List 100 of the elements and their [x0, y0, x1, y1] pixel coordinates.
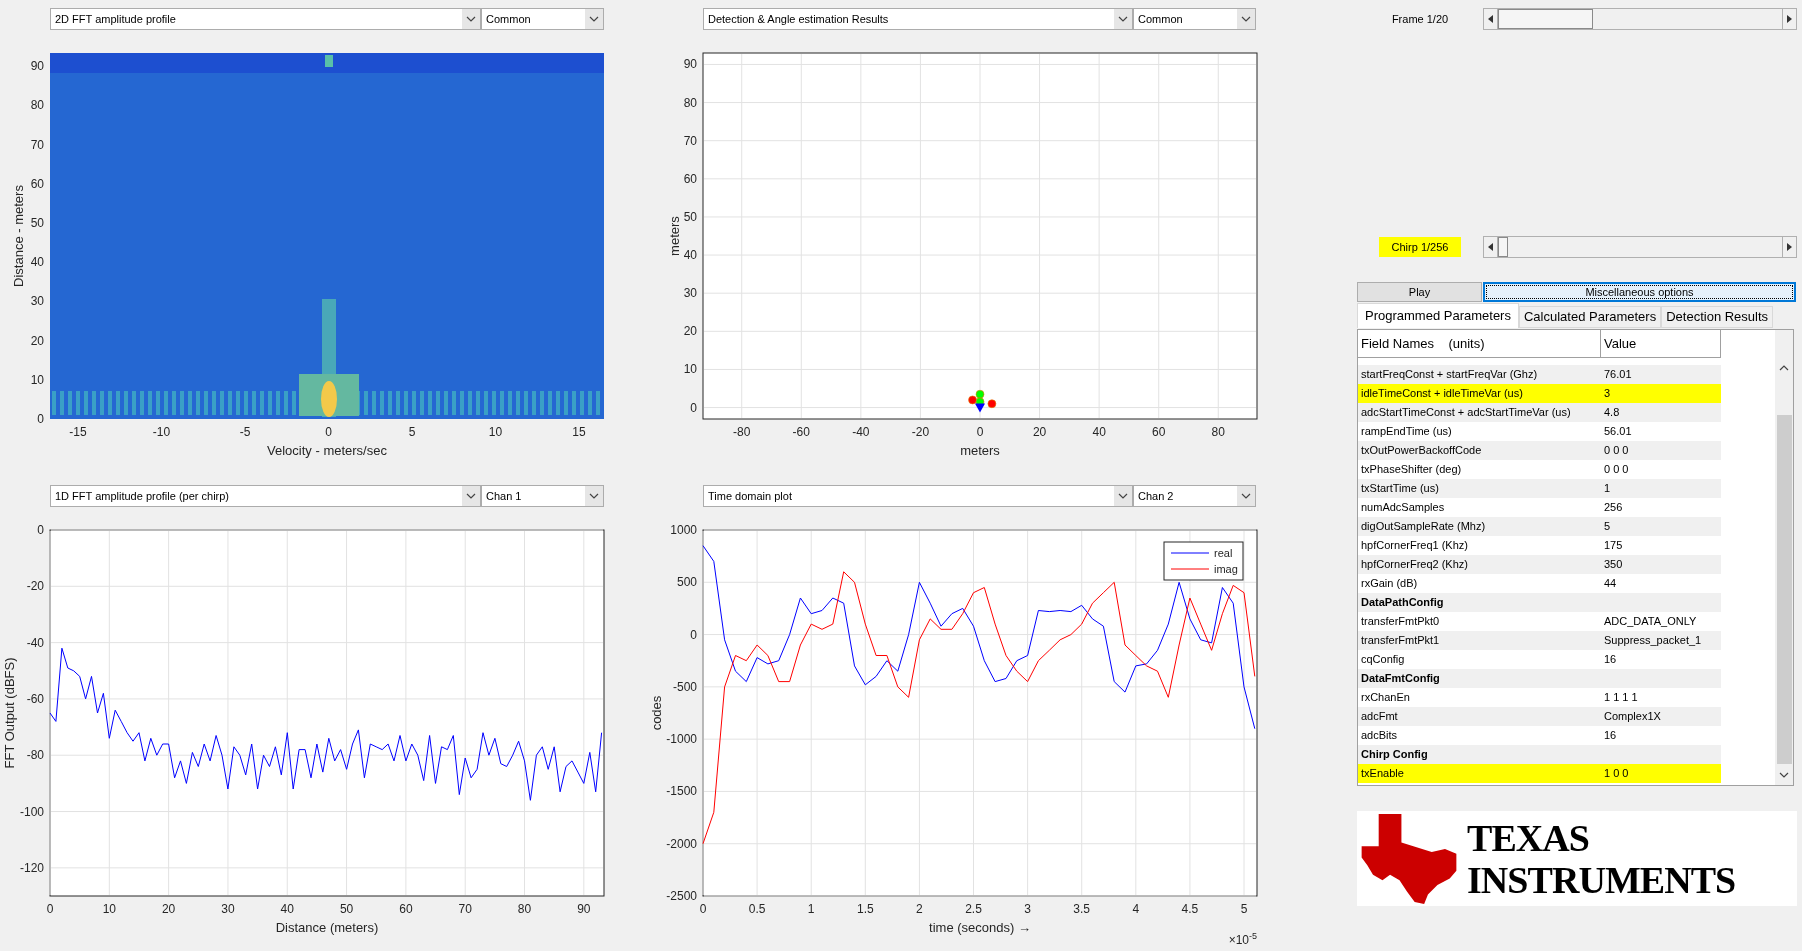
- axis-tick-label: 60: [30, 176, 44, 191]
- table-row[interactable]: idleTimeConst + idleTimeVar (us) 3: [1358, 384, 1721, 403]
- axis-tick-label: -500: [672, 679, 697, 694]
- scroll-left-button[interactable]: [1483, 8, 1498, 30]
- slider-thumb[interactable]: [1498, 9, 1593, 29]
- table-cell-text: cqConfig: [1360, 652, 1406, 668]
- axis-tick-label: -120: [19, 860, 44, 875]
- axis-tick-label: 3: [1024, 902, 1031, 916]
- axis-tick-label: 10: [102, 902, 116, 916]
- dropdown[interactable]: 1D FFT amplitude profile (per chirp): [50, 485, 481, 507]
- heatmap-spot: [325, 55, 333, 67]
- play-button[interactable]: Play: [1357, 282, 1482, 302]
- table-cell-text: rxChanEn: [1360, 690, 1411, 706]
- options-button[interactable]: Miscellaneous options: [1483, 282, 1796, 302]
- dropdown[interactable]: 2D FFT amplitude profile: [50, 8, 481, 30]
- axis-label: time (seconds) →: [929, 920, 1031, 935]
- dropdown[interactable]: Common: [481, 8, 604, 30]
- axis-tick-label: 10: [683, 362, 697, 377]
- table-cell-text: 3: [1603, 386, 1612, 402]
- axis-tick-label: 0: [37, 412, 44, 426]
- scrollbar-thumb[interactable]: [1776, 415, 1792, 764]
- axis-tick-label: -1000: [666, 732, 697, 747]
- axis-multiplier: ×10$^{-5}$: [1228, 931, 1257, 947]
- dropdown[interactable]: Chan 1: [481, 485, 604, 507]
- axis-tick-label: -40: [26, 635, 44, 650]
- logo-text: INSTRUMENTS: [1467, 858, 1736, 901]
- tab[interactable]: Calculated Parameters: [1518, 306, 1662, 328]
- table-row[interactable]: transferFmtPkt1 Suppress_packet_1: [1358, 631, 1721, 650]
- data-point: [975, 397, 985, 407]
- section-header: DataFmtConfig: [1358, 669, 1721, 688]
- table-row[interactable]: adcFmt Complex1X: [1358, 707, 1721, 726]
- dropdown[interactable]: Chan 2: [1133, 485, 1256, 507]
- axis-tick-label: 50: [683, 209, 697, 224]
- table-cell-text: 175: [1603, 538, 1624, 554]
- axis-tick-label: 20: [30, 333, 44, 348]
- axis-tick-label: 50: [30, 216, 44, 230]
- scrollbar[interactable]: [1775, 330, 1793, 785]
- axis-tick-label: 70: [30, 137, 44, 152]
- table-row[interactable]: txOutPowerBackoffCode 0 0 0: [1358, 441, 1721, 460]
- axis-tick-label: 1.5: [856, 902, 874, 916]
- table-cell-text: Complex1X: [1603, 709, 1662, 725]
- dropdown[interactable]: Time domain plot: [703, 485, 1133, 507]
- table-cell-text: 1 1 1 1: [1603, 690, 1639, 706]
- axis-label: Velocity - meters/sec: [267, 443, 387, 458]
- slider-label: Chirp 1/256: [1378, 236, 1462, 258]
- axis-tick-label: 0: [690, 627, 697, 642]
- triangle-right-icon: [1787, 243, 1792, 251]
- axis-tick-label: -60: [792, 425, 810, 439]
- table-row[interactable]: digOutSampleRate (Mhz) 5: [1358, 517, 1721, 536]
- table-cell-text: txEnable: [1360, 766, 1405, 782]
- axis-tick-label: 20: [1032, 425, 1047, 439]
- slider-thumb[interactable]: [1498, 237, 1508, 257]
- table-cell-text: 350: [1603, 557, 1624, 573]
- table-row[interactable]: txEnable 1 0 0: [1358, 764, 1721, 783]
- table-row[interactable]: startFreqConst + startFreqVar (Ghz) 76.01: [1358, 365, 1721, 384]
- scroll-right-button[interactable]: [1782, 8, 1797, 30]
- axis-tick-label: 60: [1152, 425, 1166, 439]
- axis-tick-label: 10: [30, 372, 44, 387]
- column-header[interactable]: Field Names (units): [1358, 330, 1601, 358]
- table-cell-text: idleTimeConst + idleTimeVar (us): [1360, 386, 1524, 402]
- chevron-down-icon: [466, 493, 476, 499]
- axis-tick-label: 2: [916, 902, 923, 916]
- table-cell-text: 76.01: [1603, 367, 1633, 383]
- table-cell-text: 16: [1603, 728, 1618, 744]
- scroll-left-button[interactable]: [1483, 236, 1498, 258]
- data-point: [975, 389, 985, 399]
- axis-tick-label: -60: [26, 691, 44, 706]
- axis-label: Distance - meters: [11, 185, 26, 287]
- axis-label: FFT Output (dBFS): [2, 657, 17, 769]
- table-row[interactable]: txStartTime (us) 1: [1358, 479, 1721, 498]
- table-cell-text: 4.8: [1603, 405, 1621, 421]
- triangle-right-icon: [1787, 15, 1792, 23]
- axis-tick-label: 40: [280, 902, 294, 916]
- tab[interactable]: Detection Results: [1661, 306, 1774, 328]
- axis-tick-label: 90: [577, 902, 591, 916]
- table-row[interactable]: hpfCornerFreq2 (Khz) 350: [1358, 555, 1721, 574]
- table-cell-text: txOutPowerBackoffCode: [1360, 443, 1483, 459]
- triangle-left-icon: [1488, 243, 1493, 251]
- axis-tick-label: -20: [26, 579, 44, 594]
- axis-tick-label: 30: [683, 286, 697, 301]
- dropdown[interactable]: Common: [1133, 8, 1256, 30]
- table-cell-text: rxGain (dB): [1360, 576, 1419, 592]
- table-cell-text: adcStartTimeConst + adcStartTimeVar (us): [1360, 405, 1572, 421]
- slider-label: Frame 1/20: [1390, 11, 1450, 27]
- axis-tick-label: 5: [408, 425, 416, 439]
- axis-tick-label: 50: [339, 902, 354, 916]
- table-cell-text: adcBits: [1360, 728, 1399, 744]
- axis-tick-label: 40: [30, 255, 44, 270]
- table-row[interactable]: adcStartTimeConst + adcStartTimeVar (us) 4.8: [1358, 403, 1721, 422]
- tab[interactable]: Programmed Parameters: [1357, 303, 1519, 328]
- column-header[interactable]: Value: [1601, 330, 1721, 358]
- table-cell-text: startFreqConst + startFreqVar (Ghz): [1360, 367, 1539, 383]
- chevron-down-icon: [1118, 16, 1128, 22]
- data-point: [987, 399, 997, 409]
- axis-tick-label: 80: [517, 902, 532, 916]
- axis-tick-label: 40: [1092, 425, 1106, 439]
- axis-tick-label: 1: [807, 902, 815, 916]
- chevron-down-icon: [1241, 16, 1251, 22]
- dropdown[interactable]: Detection & Angle estimation Results: [703, 8, 1133, 30]
- scroll-right-button[interactable]: [1782, 236, 1797, 258]
